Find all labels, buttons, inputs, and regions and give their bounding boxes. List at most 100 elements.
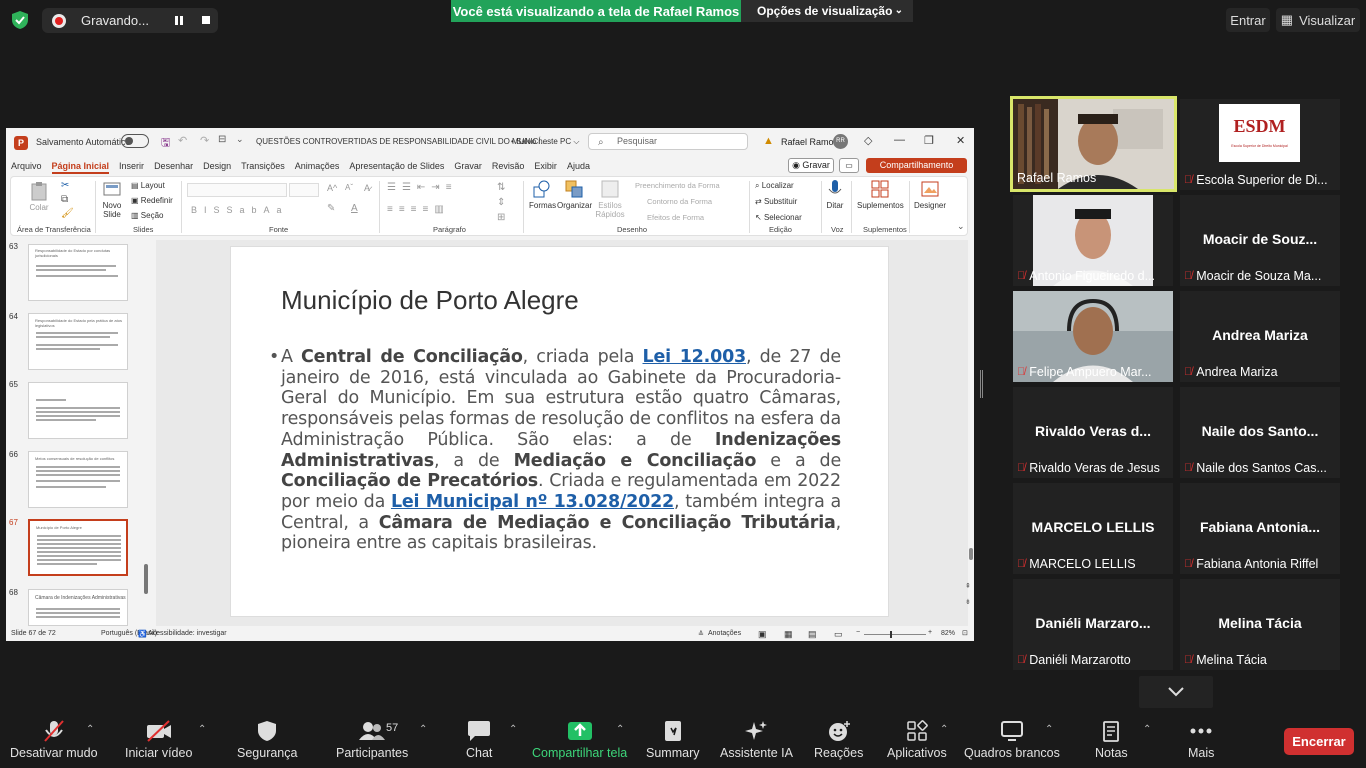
designer-button[interactable]: Designer [913,179,947,210]
paste-button[interactable]: Colar [25,181,53,212]
video-tile-fabiana[interactable]: Fabiana Antonia... 🎙̸ Fabiana Antonia Rif… [1180,483,1340,574]
tab-inserir[interactable]: Inserir [119,158,144,174]
zoom-in-icon[interactable]: + [928,629,932,636]
tab-revisao[interactable]: Revisão [492,158,525,174]
tab-gravar[interactable]: Gravar [454,158,482,174]
video-tile-marcelo[interactable]: MARCELO LELLIS 🎙̸ MARCELO LELLIS [1013,483,1173,574]
comment-icon[interactable]: ▭ [839,158,859,173]
ppt-user-name[interactable]: Rafael Ramos [781,137,838,147]
enter-button[interactable]: Entrar [1226,8,1270,32]
slide-thumbnail-selected[interactable]: Município de Porto Alegre [28,519,128,576]
video-tile-naile[interactable]: Naile dos Santo... 🎙̸ Naile dos Santos Ca… [1180,387,1340,478]
select-button[interactable]: ↖ Selecionar [755,213,802,222]
tab-arquivo[interactable]: Arquivo [11,158,42,174]
ppt-search-input[interactable]: ⌕ Pesquisar [588,133,748,150]
maximize-icon[interactable]: ❐ [924,134,934,147]
stop-icon[interactable] [202,16,210,24]
grow-font-icon[interactable]: A^ [327,183,337,193]
shape-outline-button[interactable]: Contorno da Forma [647,197,712,206]
tab-desenhar[interactable]: Desenhar [154,158,193,174]
ai-assistant-button[interactable]: Assistente IA [720,720,793,760]
font-color-icon[interactable]: A [351,203,358,214]
video-tile-melina[interactable]: Melina Tácia 🎙̸ Melina Tácia [1180,579,1340,670]
notes-button[interactable]: Notas [1095,720,1128,760]
law-link[interactable]: Lei Municipal nº 13.028/2022 [391,492,674,512]
highlight-icon[interactable]: ✎ [327,203,335,214]
video-tile-andrea[interactable]: Andrea Mariza 🎙̸ Andrea Mariza [1180,291,1340,382]
cut-icon[interactable]: ✂ [61,180,69,191]
fit-slide-icon[interactable]: ⊡ [962,629,968,637]
avatar[interactable]: RR [833,134,848,149]
tab-exibir[interactable]: Exibir [534,158,557,174]
audio-options-caret[interactable]: ⌃ [86,724,94,735]
chat-button[interactable]: Chat [466,720,492,760]
normal-view-icon[interactable]: ▣ [758,629,767,640]
video-tile-rivaldo[interactable]: Rivaldo Veras d... 🎙̸ Rivaldo Veras de Je… [1013,387,1173,478]
law-link[interactable]: Lei 12.003 [643,347,747,367]
shape-effects-button[interactable]: Efeitos de Forma [647,213,704,222]
next-page-button[interactable] [1139,676,1213,708]
quick-styles-button[interactable]: Estilos Rápidos [595,179,625,219]
shrink-font-icon[interactable]: Aˇ [345,183,353,192]
tab-transicoes[interactable]: Transições [241,158,285,174]
section-button[interactable]: ▥ Seção [131,211,163,220]
qat-more-icon[interactable]: ⌄ [236,134,244,145]
layout-button[interactable]: ▤ Layout [131,181,165,190]
zoom-slider-thumb[interactable] [890,631,892,638]
tab-ajuda[interactable]: Ajuda [567,158,590,174]
slide-thumbnail[interactable]: Câmara de Indenizações Administrativas [28,589,128,626]
share-button[interactable]: Compartilhamento [866,158,967,173]
unmute-button[interactable]: Desativar mudo [10,720,98,760]
slide-scrollbar[interactable] [969,548,973,560]
summary-button[interactable]: Summary [646,720,699,760]
undo-icon[interactable]: ↶ [178,134,187,147]
align-buttons[interactable]: ≡≡≡≡▥ [387,204,450,215]
tab-design[interactable]: Design [203,158,231,174]
align-text-icon[interactable]: ⇕ [497,197,505,208]
new-slide-button[interactable]: Novo Slide [99,179,125,219]
close-icon[interactable]: ✕ [956,134,965,147]
participants-options-caret[interactable]: ⌃ [419,724,427,735]
list-buttons[interactable]: ☰☰⇤⇥≡ [387,182,458,193]
view-button[interactable]: ▦ Visualizar [1276,8,1360,32]
reset-button[interactable]: ▣ Redefinir [131,196,173,205]
smartart-icon[interactable]: ⊞ [497,212,505,223]
add-ins-button[interactable]: Suplementos [857,179,904,210]
tab-animacoes[interactable]: Animações [295,158,340,174]
tab-pagina-inicial[interactable]: Página Inicial [51,158,110,174]
video-tile-felipe[interactable]: 🎙̸ Felipe Ampuero Mar... [1013,291,1173,382]
collapse-ribbon-icon[interactable]: ⌄ [957,221,965,232]
minimize-icon[interactable]: — [894,134,905,146]
start-video-button[interactable]: Iniciar vídeo [125,720,192,760]
reactions-button[interactable]: Reações [814,720,863,760]
arrange-button[interactable]: Organizar [557,179,592,210]
notes-button[interactable]: Anotações [708,630,741,637]
zoom-slider[interactable] [864,634,926,635]
more-button[interactable]: Mais [1188,720,1214,760]
thumbnail-scrollbar[interactable] [144,564,148,594]
slide-thumbnail[interactable]: Responsabilidade do Estado por condutas … [28,244,128,301]
video-options-caret[interactable]: ⌃ [198,724,206,735]
copy-icon[interactable]: ⧉ [61,194,68,205]
shield-icon[interactable] [10,10,30,30]
video-tile-moacir[interactable]: Moacir de Souz... 🎙̸ Moacir de Souza Ma..… [1180,195,1340,286]
reading-view-icon[interactable]: ▤ [808,629,817,640]
dictate-button[interactable]: Ditar [825,179,845,210]
view-options-button[interactable]: Opções de visualização ⌄ [741,0,913,22]
video-tile-antonio[interactable]: 🎙̸ Antonio Figueiredo d... [1013,195,1173,286]
next-slide-icon[interactable]: ⇟ [965,598,971,606]
save-icon[interactable]: 🖫 [161,134,170,153]
customize-icon[interactable]: ⊟ [218,134,226,145]
share-options-caret[interactable]: ⌃ [616,724,624,735]
apps-options-caret[interactable]: ⌃ [940,724,948,735]
slideshow-icon[interactable]: ▭ [834,629,843,640]
redo-icon[interactable]: ↷ [200,134,209,147]
end-meeting-button[interactable]: Encerrar [1284,728,1354,755]
shapes-button[interactable]: Formas [529,179,556,210]
whiteboards-options-caret[interactable]: ⌃ [1045,724,1053,735]
video-tile-rafael[interactable]: Rafael Ramos [1010,96,1177,192]
clear-format-icon[interactable]: A̷ [364,183,370,193]
format-painter-icon[interactable]: 🖌 [61,208,74,219]
video-tile-danieli[interactable]: Daniéli Marzaro... 🎙̸ Daniéli Marzarotto [1013,579,1173,670]
premium-icon[interactable]: ◇ [864,134,872,147]
